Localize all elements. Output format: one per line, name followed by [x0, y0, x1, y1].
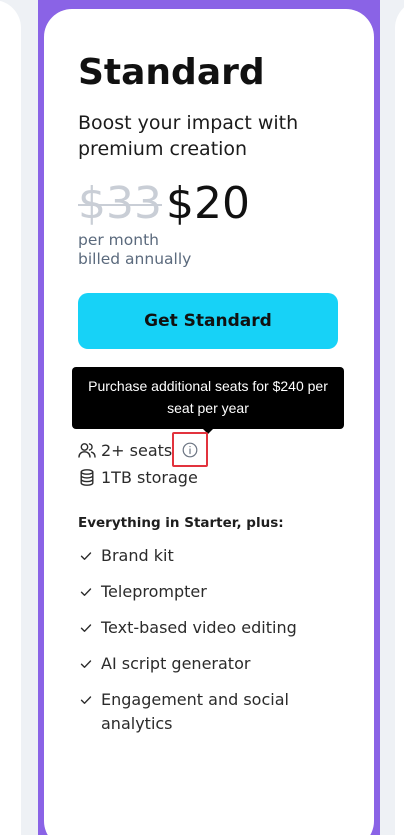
- plan-tagline: Boost your impact with premium creation: [78, 112, 299, 160]
- check-icon: [78, 656, 94, 672]
- check-icon: [78, 692, 94, 708]
- users-icon: [78, 441, 96, 459]
- get-standard-button[interactable]: Get Standard: [78, 293, 338, 349]
- feature-storage: 1TB storage: [78, 465, 198, 489]
- included-features-heading: Everything in Starter, plus:: [78, 515, 284, 531]
- included-feature-label: Text-based video editing: [101, 618, 297, 637]
- plan-title: Standard: [78, 52, 265, 93]
- check-icon: [78, 584, 94, 600]
- included-feature-label: AI script generator: [101, 654, 251, 673]
- billing-frequency-line: billed annually: [78, 250, 192, 268]
- original-price: $33: [78, 178, 162, 229]
- discounted-price: $20: [165, 178, 250, 229]
- included-feature-label: Brand kit: [101, 546, 174, 565]
- info-icon: [182, 442, 198, 458]
- check-icon: [78, 548, 94, 564]
- feature-seats: 2+ seats: [78, 438, 172, 462]
- pricing-page: Standard Boost your impact with premium …: [0, 0, 404, 835]
- feature-label: 2+ seats: [101, 440, 173, 460]
- feature-label: 1TB storage: [101, 467, 198, 487]
- price-row: $33$20: [78, 176, 250, 232]
- seats-tooltip: Purchase additional seats for $240 per s…: [72, 367, 344, 429]
- seats-info-button[interactable]: [172, 432, 208, 467]
- database-icon: [78, 468, 96, 486]
- included-feature-label: Teleprompter: [101, 582, 207, 601]
- next-plan-card-edge: [395, 0, 404, 835]
- included-feature-label: Engagement and social analytics: [101, 690, 289, 733]
- billing-period: per month billed annually: [78, 231, 191, 269]
- billing-period-line: per month: [78, 231, 159, 249]
- check-icon: [78, 620, 94, 636]
- previous-plan-card-edge: [0, 0, 21, 835]
